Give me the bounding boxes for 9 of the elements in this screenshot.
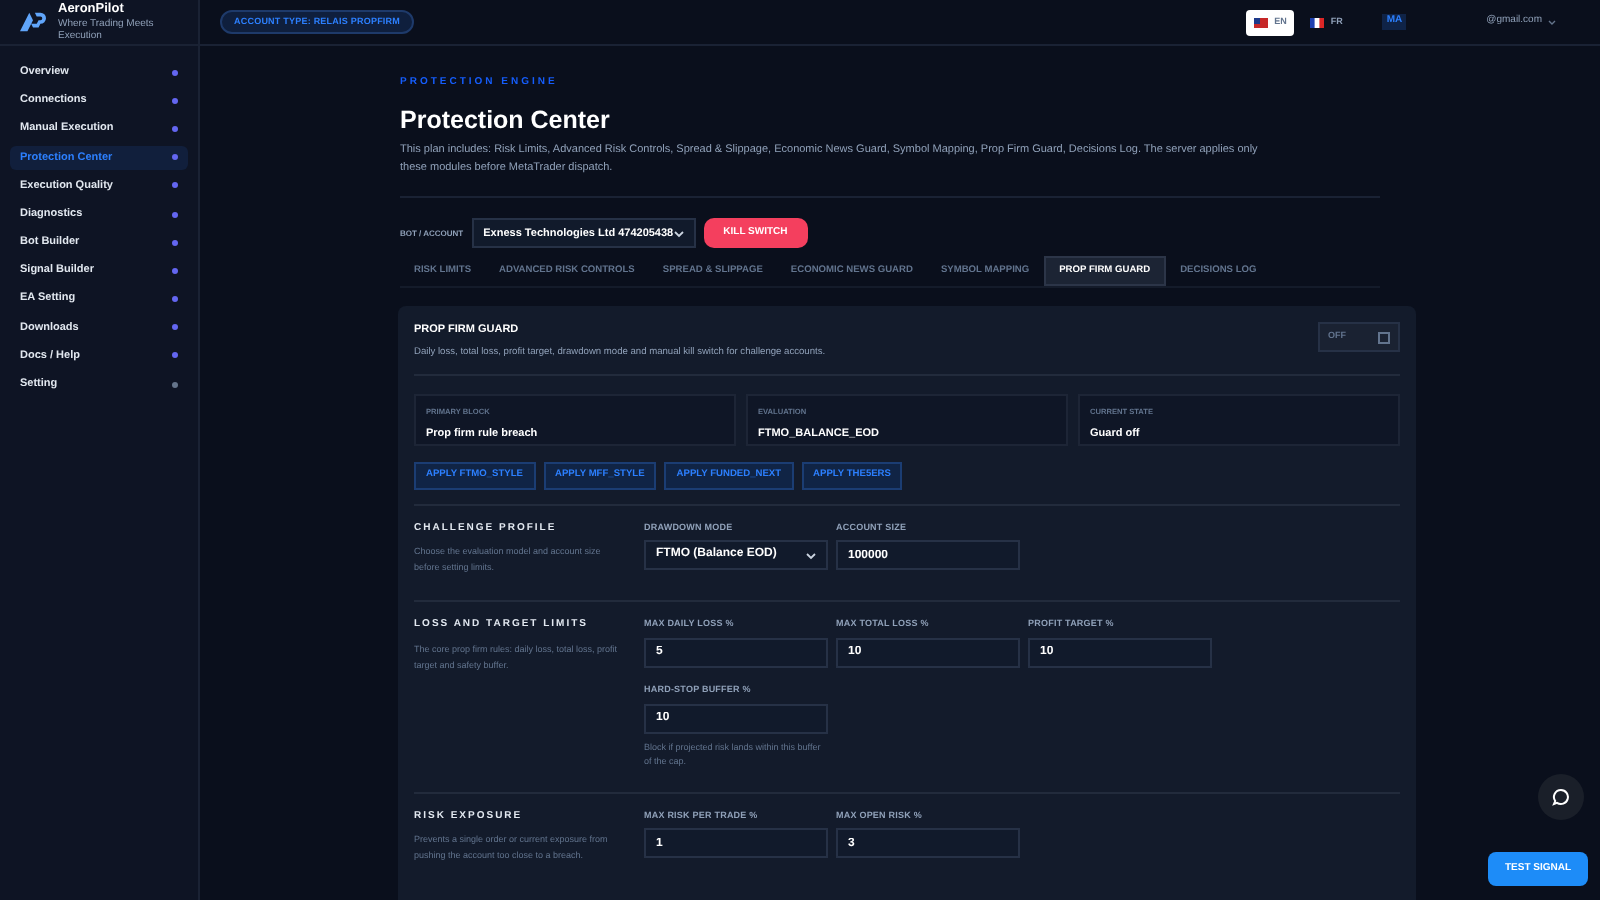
chevron-down-icon — [673, 229, 684, 238]
flag-icon — [1310, 17, 1325, 27]
page-title: Protection Center — [400, 103, 612, 137]
flag-icon — [1254, 17, 1269, 27]
chat-button[interactable] — [1538, 774, 1584, 820]
logo-icon — [20, 12, 46, 32]
chevron-down-icon — [806, 551, 816, 560]
chat-bubble-icon — [1552, 788, 1570, 806]
chevron-down-icon — [1548, 19, 1556, 25]
